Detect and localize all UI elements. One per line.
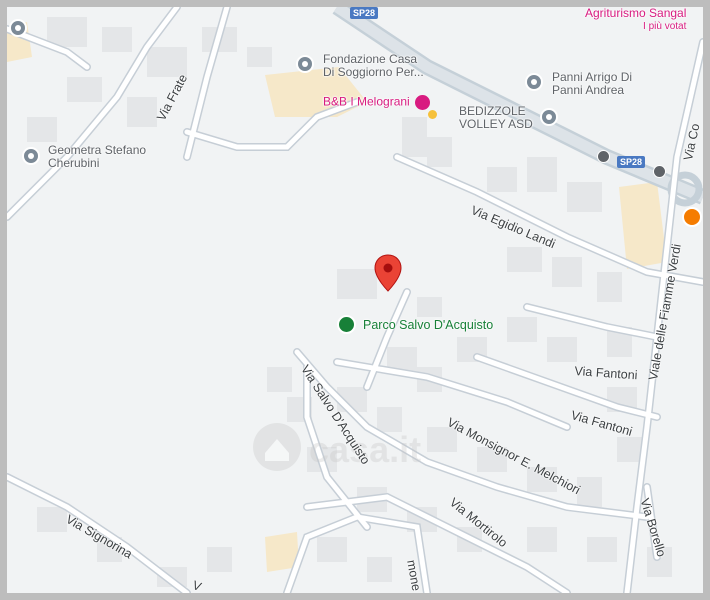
parco-label[interactable]: Parco Salvo D'Acquisto — [363, 319, 493, 332]
restaurant-marker-icon[interactable] — [682, 207, 702, 227]
geometra-marker-icon[interactable] — [22, 147, 40, 165]
bus-stop-icon[interactable] — [653, 165, 666, 178]
geometra-label[interactable]: Geometra Stefano Cherubini — [48, 144, 146, 170]
park-tree-icon[interactable] — [337, 315, 356, 334]
location-pin-icon[interactable] — [374, 254, 402, 292]
geometra-line2: Cherubini — [48, 156, 100, 170]
panni-marker-icon[interactable] — [525, 73, 543, 91]
panni-label[interactable]: Panni Arrigo Di Panni Andrea — [552, 71, 632, 97]
poi-marker-icon[interactable] — [9, 19, 27, 37]
bb-label[interactable]: B&B I Melograni — [323, 94, 431, 110]
map-canvas[interactable]: casa.it Fondazione Casa Di Soggiorno Per… — [7, 7, 703, 593]
agriturismo-line1: Agriturismo Sangal — [585, 7, 687, 20]
agriturismo-label[interactable]: Agriturismo Sangal I più votat — [585, 7, 686, 33]
route-shield-sp28-top: SP28 — [350, 7, 379, 19]
route-shield-sp28-right: SP28 — [617, 156, 646, 168]
bedizzole-line2: VOLLEY ASD — [459, 117, 533, 131]
fondazione-marker-icon[interactable] — [296, 55, 314, 73]
bedizzole-marker-icon[interactable] — [540, 108, 558, 126]
panni-line2: Panni Andrea — [552, 83, 625, 97]
bedizzole-label[interactable]: BEDIZZOLE VOLLEY ASD — [459, 105, 533, 131]
fondazione-label[interactable]: Fondazione Casa Di Soggiorno Per... — [323, 53, 424, 79]
hotel-bed-icon — [415, 95, 431, 110]
bb-hotel-pin-icon — [428, 110, 437, 119]
fondazione-line2: Di Soggiorno Per... — [323, 65, 424, 79]
agriturismo-line2: I più votat — [643, 21, 687, 32]
bus-stop-icon[interactable] — [597, 150, 610, 163]
bb-name: B&B I Melograni — [323, 94, 410, 109]
